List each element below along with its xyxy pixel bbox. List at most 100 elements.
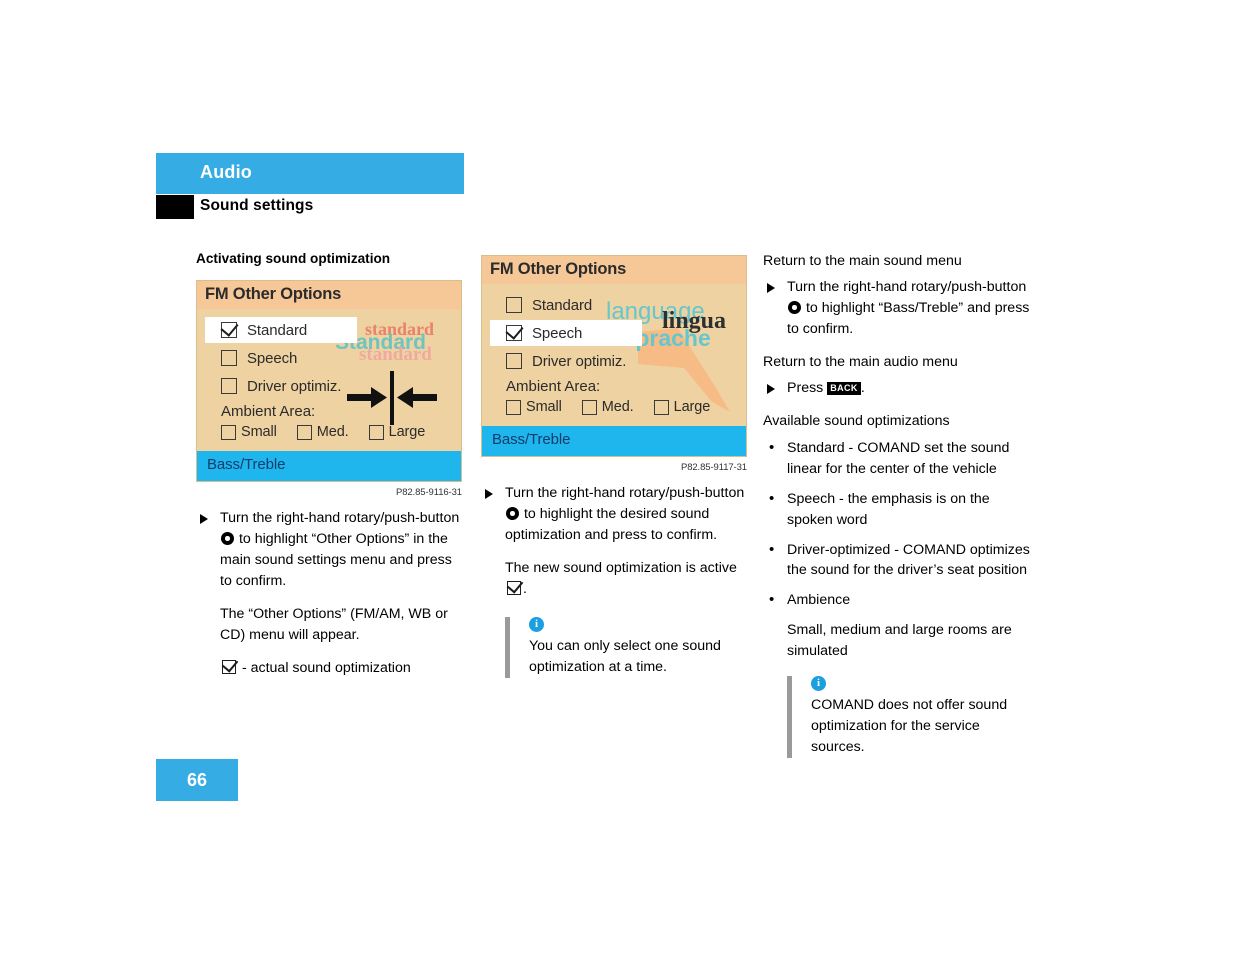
art-word-standard-orange: standard xyxy=(365,319,435,340)
right-step-2: Press BACK. xyxy=(763,378,1031,399)
ambient-option-label: Large xyxy=(388,424,426,441)
chapter-header-bar: Audio xyxy=(156,153,464,194)
figure-caption: P82.85-9117-31 xyxy=(680,462,747,473)
screen-option-standard[interactable]: Standard xyxy=(490,292,738,318)
ambient-option-label: Large xyxy=(673,399,711,415)
right-subheading-3: Available sound optimizations xyxy=(763,412,950,429)
chapter-title: Audio xyxy=(200,162,252,182)
middle-column: FM Other Options language lingua Sprache… xyxy=(481,255,749,679)
list-item: Speech - the emphasis is on the spoken w… xyxy=(763,488,1031,531)
checkbox-checked-icon xyxy=(507,580,521,595)
mid-paragraph-1-period: . xyxy=(523,580,527,597)
checkbox-unchecked-icon[interactable] xyxy=(653,399,669,415)
comand-screen-figure-1: FM Other Options standard Standard stand… xyxy=(196,280,462,483)
screen-option-label: Driver optimiz. xyxy=(247,377,342,395)
screen-footer-bass-treble[interactable]: Bass/Treble xyxy=(197,451,461,482)
screen-option-label: Standard xyxy=(247,321,308,339)
back-button-key[interactable]: BACK xyxy=(827,381,861,395)
checkbox-unchecked-icon[interactable] xyxy=(506,399,521,415)
right-step-2-text-before: Press xyxy=(787,379,824,396)
screen-option-label: Standard xyxy=(532,296,593,314)
right-note-block: i COMAND does not offer sound optimizati… xyxy=(787,675,1031,758)
comand-screen-figure-2: FM Other Options language lingua Sprache… xyxy=(481,255,747,457)
screen-footer-bass-treble[interactable]: Bass/Treble xyxy=(482,426,746,456)
mid-step-1: Turn the right-hand rotary/push-button t… xyxy=(481,483,749,546)
right-step-1-text-a: Turn the right-hand rotary/push-button xyxy=(787,279,1027,296)
ambient-area-label: Ambient Area: xyxy=(506,378,601,395)
checkbox-checked-icon xyxy=(222,659,236,674)
screen-option-speech[interactable]: Speech xyxy=(490,320,642,346)
checkbox-checked-icon[interactable] xyxy=(506,325,522,341)
ambient-option-med[interactable]: Med. xyxy=(581,399,634,415)
note-accent-bar xyxy=(787,675,792,758)
rotary-push-button-icon xyxy=(506,506,519,520)
info-icon: i xyxy=(811,675,826,691)
screen-option-driver-optimiz[interactable]: Driver optimiz. xyxy=(205,373,453,399)
right-subheading-2: Return to the main audio menu xyxy=(763,353,958,370)
ambient-option-large[interactable]: Large xyxy=(653,399,711,415)
section-header: Sound settings xyxy=(156,195,464,221)
list-item: Small, medium and large rooms are simula… xyxy=(787,622,1012,660)
ambient-option-label: Small xyxy=(526,399,562,415)
info-icon: i xyxy=(529,617,544,633)
page-number-box: 66 xyxy=(156,759,238,801)
left-paragraph-1: The “Other Options” (FM/AM, WB or CD) me… xyxy=(220,605,448,643)
screen-title: FM Other Options xyxy=(197,281,461,310)
note-accent-bar xyxy=(505,617,510,679)
screen-body: standard Standard standard Standard Spee… xyxy=(197,309,461,451)
ambient-option-large[interactable]: Large xyxy=(368,424,426,441)
left-step-1-text-b: to highlight “Other Options” in the main… xyxy=(220,531,452,589)
right-step-1-text-b: to highlight “Bass/Treble” and press to … xyxy=(787,300,1030,337)
screen-title: FM Other Options xyxy=(482,256,746,284)
checkbox-unchecked-icon[interactable] xyxy=(221,378,237,395)
list-item: Ambience xyxy=(763,589,1031,611)
right-subheading-1: Return to the main sound menu xyxy=(763,253,962,269)
ambient-option-small[interactable]: Small xyxy=(506,399,562,415)
sound-optimizations-list: Standard - COMAND set the sound linear f… xyxy=(763,437,1031,662)
checkbox-unchecked-icon[interactable] xyxy=(221,424,236,440)
checkbox-unchecked-icon[interactable] xyxy=(368,424,384,440)
left-legend-text: - actual sound optimization xyxy=(241,659,411,676)
ambient-area-label: Ambient Area: xyxy=(221,403,316,421)
list-item: Standard - COMAND set the sound linear f… xyxy=(763,437,1031,480)
rotary-push-button-icon xyxy=(221,532,234,546)
ambient-option-label: Med. xyxy=(601,399,634,415)
left-column: Activating sound optimization FM Other O… xyxy=(196,250,464,678)
left-column-heading: Activating sound optimization xyxy=(196,251,391,266)
left-legend-line: - actual sound optimization xyxy=(220,658,464,679)
mid-paragraph-1: The new sound optimization is active . xyxy=(505,558,749,600)
ambient-option-label: Small xyxy=(241,424,277,441)
page-number: 66 xyxy=(186,770,208,790)
rotary-push-button-icon xyxy=(788,301,801,315)
ambient-option-label: Med. xyxy=(316,424,349,441)
checkbox-unchecked-icon[interactable] xyxy=(581,399,597,415)
mid-note-text: You can only select one sound optimizati… xyxy=(529,638,721,676)
mid-step-1-text-a: Turn the right-hand rotary/push-button xyxy=(505,485,745,501)
figure-caption: P82.85-9116-31 xyxy=(395,487,462,499)
ambient-option-small[interactable]: Small xyxy=(221,424,277,440)
screen-body: language lingua Sprache Standard Speech … xyxy=(482,284,746,426)
screen-option-standard[interactable]: Standard xyxy=(205,317,357,344)
section-marker-block xyxy=(156,195,194,219)
screen-option-label: Driver optimiz. xyxy=(532,352,627,370)
mid-paragraph-1-text: The new sound optimization is active xyxy=(505,559,737,576)
checkbox-unchecked-icon[interactable] xyxy=(221,350,237,367)
ambient-area-options: Small Med. Large xyxy=(221,424,453,440)
checkbox-unchecked-icon[interactable] xyxy=(506,353,522,369)
mid-note-block: i You can only select one sound optimiza… xyxy=(505,617,749,679)
ambient-option-med[interactable]: Med. xyxy=(296,424,349,441)
checkbox-unchecked-icon[interactable] xyxy=(506,297,522,313)
list-item: Driver-optimized - COMAND optimizes the … xyxy=(763,539,1031,582)
left-step-1-text-a: Turn the right-hand rotary/push-button xyxy=(220,510,460,527)
screen-option-label: Speech xyxy=(247,349,298,367)
screen-option-speech[interactable]: Speech xyxy=(205,345,453,371)
right-note-text: COMAND does not offer sound optimization… xyxy=(811,696,1008,755)
screen-option-label: Speech xyxy=(532,324,583,342)
checkbox-unchecked-icon[interactable] xyxy=(296,424,312,440)
checkbox-checked-icon[interactable] xyxy=(221,322,237,339)
screen-option-driver-optimiz[interactable]: Driver optimiz. xyxy=(490,348,738,374)
right-column: Return to the main sound menu Turn the r… xyxy=(763,252,1031,758)
right-step-1: Turn the right-hand rotary/push-button t… xyxy=(763,277,1031,340)
mid-step-1-text-b: to highlight the desired sound optimizat… xyxy=(505,505,718,543)
right-step-2-text-after: . xyxy=(860,379,865,396)
